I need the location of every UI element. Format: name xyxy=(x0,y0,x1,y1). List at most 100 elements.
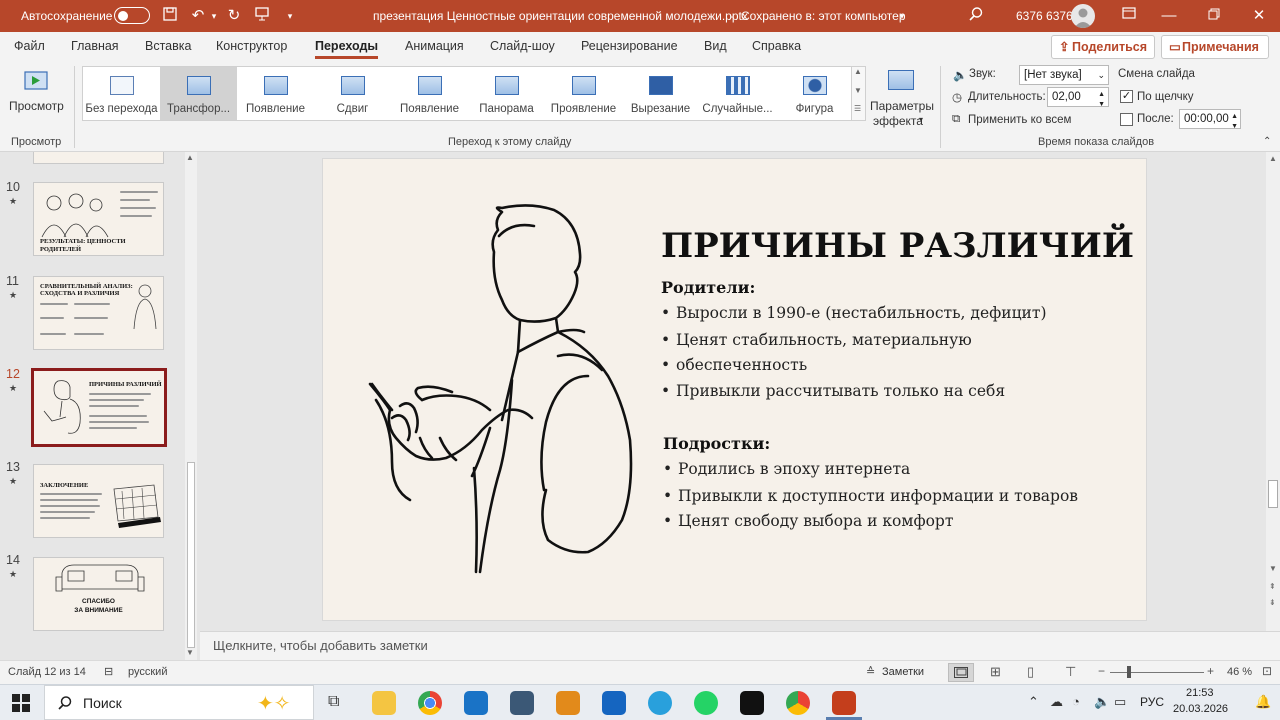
gallery-down-icon[interactable]: ▼ xyxy=(854,86,862,95)
sublime-text-icon[interactable] xyxy=(556,691,580,715)
next-slide-icon[interactable]: ⇟ xyxy=(1269,598,1276,607)
parents-heading[interactable]: Родители: xyxy=(661,278,755,297)
close-icon[interactable]: ✕ xyxy=(1249,6,1269,26)
transition-cut[interactable]: Вырезание xyxy=(622,67,699,120)
clock-date[interactable]: 20.03.2026 xyxy=(1173,703,1228,715)
redo-icon[interactable]: ↻ xyxy=(224,6,244,26)
maximize-icon[interactable] xyxy=(1204,6,1224,26)
bullet-item[interactable]: Ценят стабильность, материальную xyxy=(661,331,972,349)
menu-slideshow[interactable]: Слайд-шоу xyxy=(490,39,555,53)
normal-view-button[interactable] xyxy=(948,663,974,682)
effect-options-button[interactable]: Параметры эффекта ▾ xyxy=(868,66,934,130)
thumbnail-scrollbar[interactable]: ▲ ▼ xyxy=(185,152,197,660)
slide-thumbnail-partial[interactable] xyxy=(33,152,164,164)
notes-placeholder[interactable]: Щелкните, чтобы добавить заметки xyxy=(213,638,428,653)
apply-all-button[interactable]: Применить ко всем xyxy=(968,114,1071,126)
menu-design[interactable]: Конструктор xyxy=(216,39,287,53)
menu-file[interactable]: Файл xyxy=(14,39,45,53)
input-language[interactable]: РУС xyxy=(1140,695,1164,709)
bullet-item[interactable]: Родились в эпоху интернета xyxy=(663,460,910,478)
search-icon[interactable] xyxy=(966,6,986,26)
terminal-app-icon[interactable] xyxy=(740,691,764,715)
scrollbar-thumb[interactable] xyxy=(1268,480,1278,508)
save-status-chevron-icon[interactable]: ▾ xyxy=(892,6,912,26)
scroll-up-icon[interactable]: ▲ xyxy=(1269,154,1277,163)
comments-button[interactable]: ▭ Примечания xyxy=(1161,35,1269,59)
zoom-slider-thumb[interactable] xyxy=(1126,666,1131,678)
gallery-more-icon[interactable]: ☰ xyxy=(854,104,861,113)
reading-view-icon[interactable]: ▯ xyxy=(1027,664,1034,680)
copilot-sparkle-icon[interactable]: ✦✧ xyxy=(257,691,291,716)
slide-sorter-icon[interactable]: ⊞ xyxy=(990,664,1001,680)
zoom-level[interactable]: 46 % xyxy=(1227,666,1252,678)
menu-home[interactable]: Главная xyxy=(71,39,119,53)
bullet-item[interactable]: Привыкли рассчитывать только на себя xyxy=(661,382,1005,400)
slide-thumbnail-11[interactable]: СРАВНИТЕЛЬНЫЙ АНАЛИЗ: СХОДСТВА И РАЗЛИЧИ… xyxy=(33,276,164,350)
menu-help[interactable]: Справка xyxy=(752,39,801,53)
zoom-slider[interactable] xyxy=(1110,666,1204,678)
menu-review[interactable]: Рецензирование xyxy=(581,39,678,53)
transition-fade[interactable]: Появление xyxy=(237,67,314,120)
bullet-item-continuation[interactable]: обеспеченность xyxy=(661,356,807,374)
bullet-item[interactable]: Ценят свободу выбора и комфорт xyxy=(663,512,953,530)
chrome-icon[interactable] xyxy=(418,691,442,715)
transition-none[interactable]: Без перехода xyxy=(83,67,160,120)
microsoft-store-icon[interactable] xyxy=(464,691,488,715)
menu-transitions[interactable]: Переходы xyxy=(315,39,379,59)
spellcheck-icon[interactable]: ⊟ xyxy=(104,665,113,678)
spinner-down-icon[interactable]: ▼ xyxy=(1231,118,1238,136)
fit-to-window-icon[interactable]: ⊡ xyxy=(1262,664,1272,678)
transition-shape[interactable]: Фигура xyxy=(776,67,853,120)
duration-spinner[interactable]: 02,00 ▲ ▼ xyxy=(1047,87,1109,108)
zoom-out-icon[interactable]: − xyxy=(1098,664,1105,678)
slide-thumbnail-14[interactable]: СПАСИБО ЗА ВНИМАНИЕ xyxy=(33,557,164,631)
pycharm-icon[interactable] xyxy=(510,691,534,715)
avatar[interactable] xyxy=(1071,4,1095,28)
minimize-icon[interactable]: — xyxy=(1159,6,1179,26)
battery-icon[interactable]: ▭ xyxy=(1114,694,1126,710)
outlook-icon[interactable] xyxy=(602,691,626,715)
notes-pane[interactable]: Щелкните, чтобы добавить заметки xyxy=(200,631,1280,660)
previous-slide-icon[interactable]: ⇞ xyxy=(1269,582,1276,591)
after-checkbox[interactable] xyxy=(1120,113,1133,126)
on-click-checkbox[interactable]: ✓ xyxy=(1120,90,1133,103)
share-button[interactable]: ⇪ Поделиться xyxy=(1051,35,1155,59)
transition-reveal[interactable]: Проявление xyxy=(545,67,622,120)
notes-toggle-button[interactable]: Заметки xyxy=(882,666,924,678)
volume-icon[interactable]: 🔈 xyxy=(1094,694,1110,710)
transition-push[interactable]: Сдвиг xyxy=(314,67,391,120)
onedrive-icon[interactable]: ☁ xyxy=(1050,694,1063,710)
after-time-spinner[interactable]: 00:00,00 ▲ ▼ xyxy=(1179,109,1241,130)
task-view-icon[interactable]: ⧉ xyxy=(328,693,339,711)
powerpoint-icon[interactable] xyxy=(832,691,856,715)
scrollbar-thumb[interactable] xyxy=(187,462,195,648)
save-icon[interactable] xyxy=(160,6,180,26)
bullet-item[interactable]: Привыкли к доступности информации и това… xyxy=(663,487,1078,505)
transition-random-bars[interactable]: Случайные... xyxy=(699,67,776,120)
taskbar-search-box[interactable]: Поиск ✦✧ xyxy=(44,685,314,720)
teens-heading[interactable]: Подростки: xyxy=(663,434,770,453)
telegram-icon[interactable] xyxy=(648,691,672,715)
slide-title[interactable]: ПРИЧИНЫ РАЗЛИЧИЙ xyxy=(661,226,1134,266)
scroll-down-icon[interactable]: ▼ xyxy=(186,648,194,657)
windows-start-icon[interactable] xyxy=(12,694,30,712)
customize-toolbar-icon[interactable]: ▾ xyxy=(280,6,300,26)
bullet-item[interactable]: Выросли в 1990-е (нестабильность, дефици… xyxy=(661,304,1046,322)
zoom-in-icon[interactable]: + xyxy=(1207,664,1214,678)
preview-button[interactable]: Просмотр xyxy=(6,66,66,136)
transition-morph[interactable]: Трансфор... xyxy=(160,67,237,120)
collapse-ribbon-icon[interactable]: ⌃ xyxy=(1263,136,1271,147)
autosave-toggle[interactable] xyxy=(114,7,150,24)
undo-dropdown-icon[interactable]: ▾ xyxy=(204,6,224,26)
present-from-start-icon[interactable] xyxy=(252,6,272,26)
user-name[interactable]: 6376 6376 xyxy=(1016,9,1073,23)
scroll-up-icon[interactable]: ▲ xyxy=(186,153,194,162)
transition-pan[interactable]: Панорама xyxy=(468,67,545,120)
system-tray-chevron-icon[interactable]: ⌃ xyxy=(1028,694,1039,710)
menu-insert[interactable]: Вставка xyxy=(145,39,191,53)
file-explorer-icon[interactable] xyxy=(372,691,396,715)
language-indicator[interactable]: русский xyxy=(128,666,167,678)
slide-thumbnail-10[interactable]: РЕЗУЛЬТАТЫ: ЦЕННОСТИ РОДИТЕЛЕЙ xyxy=(33,182,164,256)
whatsapp-icon[interactable] xyxy=(694,691,718,715)
scroll-down-icon[interactable]: ▼ xyxy=(1269,564,1277,573)
